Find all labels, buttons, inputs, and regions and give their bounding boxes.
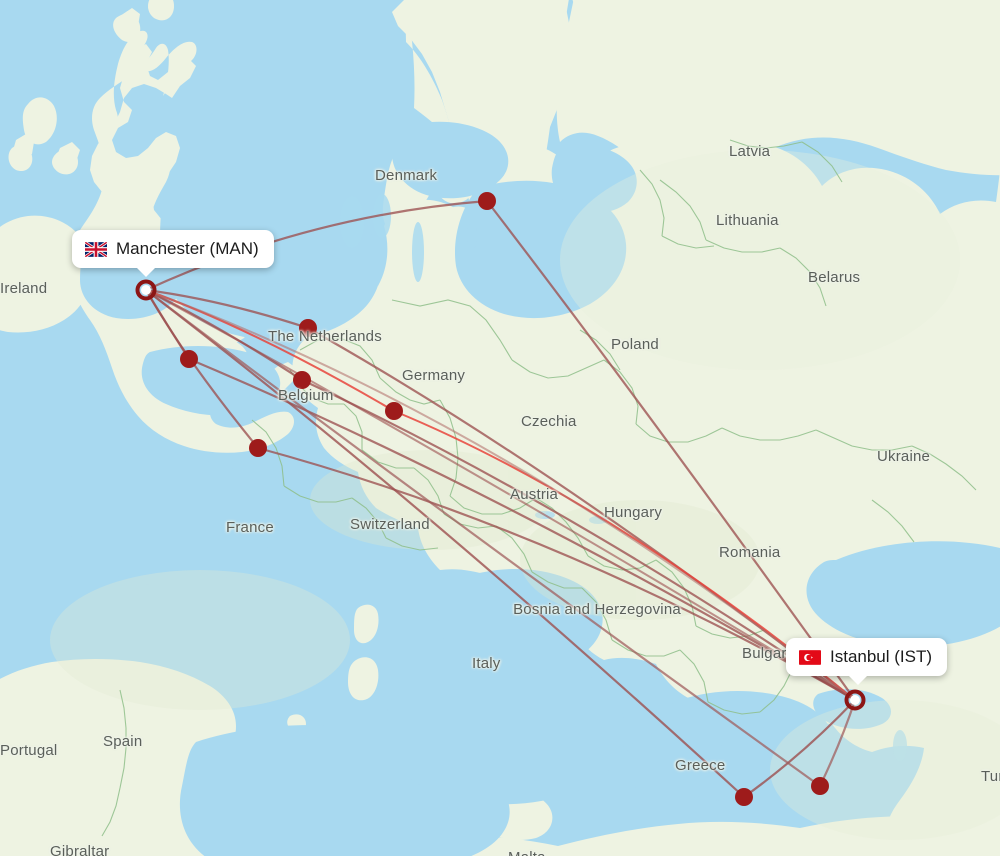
tooltip-pointer xyxy=(848,675,868,685)
airport-label-manchester: Manchester (MAN) xyxy=(116,239,259,258)
waypoint-marker[interactable] xyxy=(811,777,829,795)
waypoint-marker[interactable] xyxy=(293,371,311,389)
waypoint-marker[interactable] xyxy=(249,439,267,457)
turkey-flag-icon xyxy=(799,649,821,665)
uk-flag-icon xyxy=(85,241,107,257)
flight-route-map[interactable]: Ireland Denmark Latvia Lithuania Belarus The … xyxy=(0,0,1000,856)
waypoint-marker[interactable] xyxy=(478,192,496,210)
waypoint-marker[interactable] xyxy=(299,319,317,337)
waypoint-marker[interactable] xyxy=(180,350,198,368)
map-canvas xyxy=(0,0,1000,856)
airport-tooltip-istanbul[interactable]: Istanbul (IST) xyxy=(786,638,948,685)
airport-tooltip-manchester[interactable]: Manchester (MAN) xyxy=(72,230,274,277)
tooltip-pointer xyxy=(136,267,156,277)
airport-label-istanbul: Istanbul (IST) xyxy=(830,647,933,666)
waypoint-marker[interactable] xyxy=(735,788,753,806)
waypoint-marker[interactable] xyxy=(385,402,403,420)
